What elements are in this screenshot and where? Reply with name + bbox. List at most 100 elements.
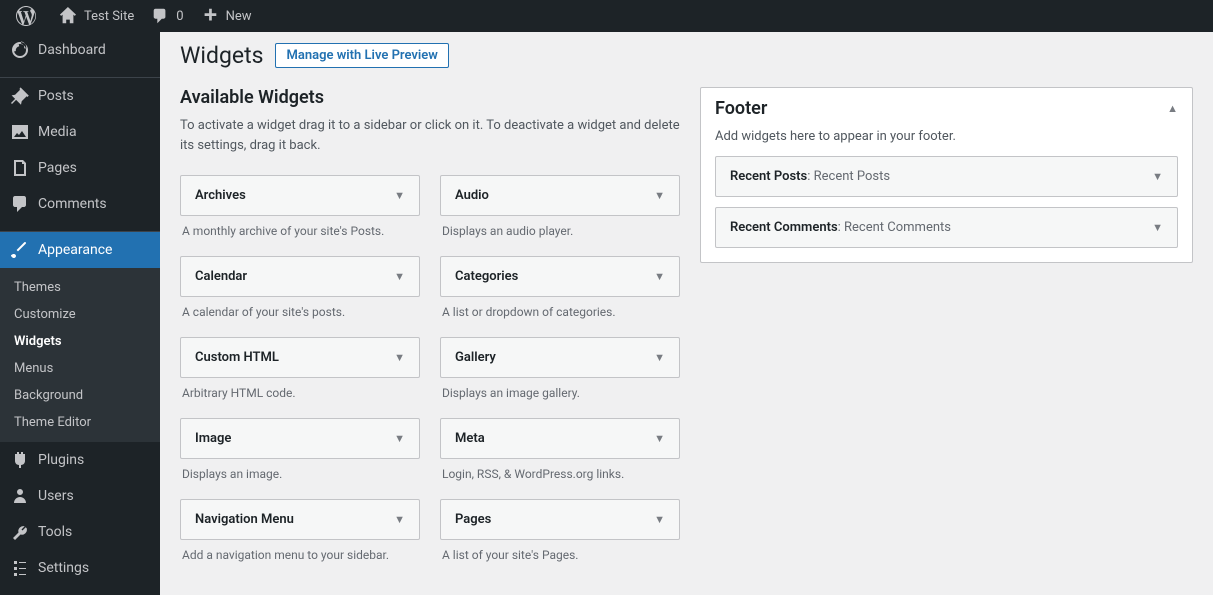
tools-icon xyxy=(10,522,30,542)
settings-icon xyxy=(10,558,30,578)
submenu-theme-editor[interactable]: Theme Editor xyxy=(0,409,160,436)
submenu-menus[interactable]: Menus xyxy=(0,355,160,382)
widget-desc: Login, RSS, & WordPress.org links. xyxy=(440,459,680,497)
content-area: Widgets Manage with Live Preview Availab… xyxy=(160,32,1213,595)
chevron-down-icon: ▼ xyxy=(394,351,405,364)
widget-instance-recent-posts[interactable]: Recent Posts: Recent Posts ▼ xyxy=(715,156,1178,197)
sidebar-item-label: Posts xyxy=(38,88,74,104)
sidebar-item-dashboard[interactable]: Dashboard xyxy=(0,32,160,68)
chevron-down-icon: ▼ xyxy=(394,270,405,283)
wp-logo-menu[interactable] xyxy=(8,0,50,32)
chevron-down-icon: ▼ xyxy=(654,189,665,202)
chevron-down-icon: ▼ xyxy=(654,351,665,364)
widget-area-title: Footer xyxy=(715,98,767,119)
widget-desc: A list or dropdown of categories. xyxy=(440,297,680,335)
widget-audio[interactable]: Audio ▼ xyxy=(440,175,680,216)
submenu-widgets[interactable]: Widgets xyxy=(0,328,160,355)
widget-archives[interactable]: Archives ▼ xyxy=(180,175,420,216)
comment-icon xyxy=(150,6,170,26)
plugin-icon xyxy=(10,450,30,470)
site-name-menu[interactable]: Test Site xyxy=(50,0,142,32)
widget-categories[interactable]: Categories ▼ xyxy=(440,256,680,297)
users-icon xyxy=(10,486,30,506)
sidebar-item-label: Dashboard xyxy=(38,42,106,58)
widget-name: Navigation Menu xyxy=(195,512,294,527)
widget-area-desc: Add widgets here to appear in your foote… xyxy=(715,129,1178,144)
admin-sidebar: Dashboard Posts Media Pages Comments App… xyxy=(0,32,160,595)
chevron-down-icon: ▼ xyxy=(394,432,405,445)
page-icon xyxy=(10,158,30,178)
sidebar-item-plugins[interactable]: Plugins xyxy=(0,442,160,478)
sidebar-item-users[interactable]: Users xyxy=(0,478,160,514)
admin-bar: Test Site 0 New xyxy=(0,0,1213,32)
sidebar-item-label: Settings xyxy=(38,560,89,576)
widget-desc: Displays an audio player. xyxy=(440,216,680,254)
sidebar-item-label: Media xyxy=(38,124,77,140)
sidebar-item-label: Plugins xyxy=(38,452,84,468)
widget-desc: Add a navigation menu to your sidebar. xyxy=(180,540,420,578)
chevron-down-icon: ▼ xyxy=(1152,221,1163,234)
sidebar-item-label: Pages xyxy=(38,160,77,176)
widget-instance-label: : Recent Posts xyxy=(807,169,890,184)
sidebar-item-media[interactable]: Media xyxy=(0,114,160,150)
widget-calendar[interactable]: Calendar ▼ xyxy=(180,256,420,297)
sidebar-item-label: Comments xyxy=(38,196,107,212)
widget-pages[interactable]: Pages ▼ xyxy=(440,499,680,540)
chevron-up-icon: ▲ xyxy=(1167,102,1178,115)
sidebar-item-tools[interactable]: Tools xyxy=(0,514,160,550)
widget-name: Image xyxy=(195,431,231,446)
widget-name: Audio xyxy=(455,188,489,203)
chevron-down-icon: ▼ xyxy=(394,513,405,526)
widget-meta[interactable]: Meta ▼ xyxy=(440,418,680,459)
available-widgets-desc: To activate a widget drag it to a sideba… xyxy=(180,116,680,155)
widget-desc: Displays an image gallery. xyxy=(440,378,680,416)
comments-count: 0 xyxy=(176,9,183,24)
widget-name: Archives xyxy=(195,188,246,203)
sidebar-item-label: Tools xyxy=(38,524,72,540)
widget-custom-html[interactable]: Custom HTML ▼ xyxy=(180,337,420,378)
manage-live-preview-button[interactable]: Manage with Live Preview xyxy=(275,43,448,68)
comments-icon xyxy=(10,194,30,214)
sidebar-item-appearance[interactable]: Appearance xyxy=(0,232,160,268)
widget-name: Gallery xyxy=(455,350,496,365)
widget-desc: A calendar of your site's posts. xyxy=(180,297,420,335)
chevron-down-icon: ▼ xyxy=(394,189,405,202)
widget-area-toggle[interactable]: Footer ▲ xyxy=(715,98,1178,129)
chevron-down-icon: ▼ xyxy=(1152,170,1163,183)
chevron-down-icon: ▼ xyxy=(654,270,665,283)
chevron-down-icon: ▼ xyxy=(654,432,665,445)
sidebar-item-comments[interactable]: Comments xyxy=(0,186,160,222)
widget-desc: Displays an image. xyxy=(180,459,420,497)
widget-instance-label: : Recent Comments xyxy=(838,220,951,235)
sidebar-item-settings[interactable]: Settings xyxy=(0,550,160,586)
sidebar-item-label: Appearance xyxy=(38,242,112,258)
widget-desc: Arbitrary HTML code. xyxy=(180,378,420,416)
comments-menu[interactable]: 0 xyxy=(142,0,191,32)
submenu-customize[interactable]: Customize xyxy=(0,301,160,328)
available-widgets-title: Available Widgets xyxy=(180,87,680,108)
new-label: New xyxy=(226,9,252,24)
home-icon xyxy=(58,6,78,26)
widget-name: Meta xyxy=(455,431,485,446)
plus-icon xyxy=(200,6,220,26)
sidebar-item-label: Users xyxy=(38,488,74,504)
new-content-menu[interactable]: New xyxy=(192,0,260,32)
submenu-themes[interactable]: Themes xyxy=(0,274,160,301)
sidebar-item-pages[interactable]: Pages xyxy=(0,150,160,186)
page-title: Widgets xyxy=(180,42,263,69)
widget-instance-name: Recent Posts xyxy=(730,169,807,184)
widget-gallery[interactable]: Gallery ▼ xyxy=(440,337,680,378)
brush-icon xyxy=(10,240,30,260)
chevron-down-icon: ▼ xyxy=(654,513,665,526)
widget-name: Categories xyxy=(455,269,518,284)
widget-navigation-menu[interactable]: Navigation Menu ▼ xyxy=(180,499,420,540)
widget-desc: A list of your site's Pages. xyxy=(440,540,680,578)
media-icon xyxy=(10,122,30,142)
widget-name: Custom HTML xyxy=(195,350,279,365)
sidebar-item-posts[interactable]: Posts xyxy=(0,78,160,114)
widget-image[interactable]: Image ▼ xyxy=(180,418,420,459)
widget-instance-name: Recent Comments xyxy=(730,220,838,235)
submenu-background[interactable]: Background xyxy=(0,382,160,409)
widget-name: Calendar xyxy=(195,269,247,284)
widget-instance-recent-comments[interactable]: Recent Comments: Recent Comments ▼ xyxy=(715,207,1178,248)
